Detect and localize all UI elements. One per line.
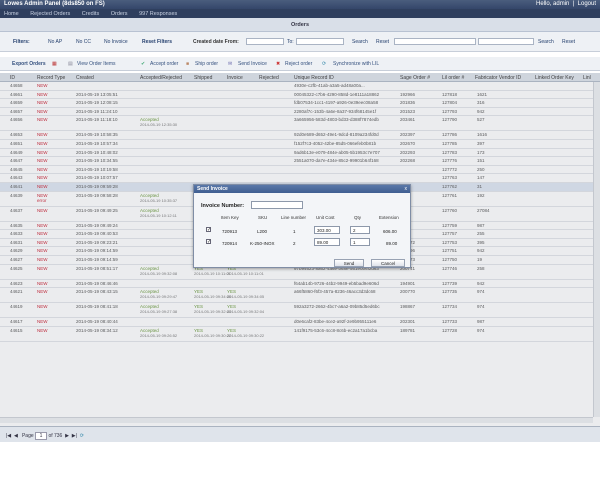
reset-button[interactable]: Reset	[562, 39, 575, 45]
reset-filters-button[interactable]: Reset Filters	[142, 39, 172, 45]
unit-cost-input[interactable]: 89.00	[314, 238, 340, 246]
date-search-button[interactable]: Search	[352, 39, 368, 45]
send-invoice-dialog: Send Invoice x Invoice Number: Item Key …	[193, 184, 411, 268]
page-label: Page	[21, 433, 34, 439]
last-page-icon[interactable]: ▶|	[72, 433, 77, 439]
item-extension: 89.00	[386, 241, 398, 246]
menu-home[interactable]: Home	[4, 11, 19, 17]
item-checkbox[interactable]: ✓	[206, 239, 211, 245]
logout-link[interactable]: Logout	[578, 1, 596, 7]
app-title: Lowes Admin Panel (8ds850 on FS)	[4, 1, 105, 7]
date-reset-button[interactable]: Reset	[376, 39, 389, 45]
col-line-number: Line number	[281, 215, 307, 220]
main-menu: Home Rejected Orders Credits Orders 997 …	[0, 9, 600, 18]
item-line: 1	[293, 229, 296, 234]
search-input[interactable]	[478, 38, 534, 45]
item-line: 2	[293, 241, 296, 246]
export-orders-button[interactable]: Export Orders	[12, 61, 46, 67]
menu-rejected-orders[interactable]: Rejected Orders	[30, 11, 70, 17]
filter-bar: Filters: No AP No CC No Invoice Reset Fi…	[0, 32, 600, 52]
menu-997-responses[interactable]: 997 Responses	[139, 11, 177, 17]
sync-icon: ⟳	[322, 61, 327, 67]
accept-icon: ✔	[141, 61, 146, 67]
filters-label: Filters:	[13, 39, 30, 45]
item-sku: L200	[257, 229, 268, 234]
send-invoice-button[interactable]: Send Invoice	[238, 61, 267, 67]
item-extension: 606.00	[383, 229, 397, 234]
cancel-button[interactable]: Cancel	[371, 259, 405, 267]
prev-page-icon[interactable]: ◀	[14, 433, 18, 439]
first-page-icon[interactable]: |◀	[6, 433, 11, 439]
dialog-title: Send Invoice	[194, 185, 410, 193]
filter-select[interactable]	[394, 38, 476, 45]
user-greeting: Hello, admin	[536, 1, 570, 7]
toolbar: Export Orders ▦ ▤ View Order Items ✔ Acc…	[0, 57, 600, 71]
grid-icon: ▤	[68, 61, 73, 67]
col-extension: Extension	[379, 215, 399, 220]
qty-input[interactable]: 1	[350, 238, 370, 246]
col-qty: Qty	[354, 215, 362, 220]
item-key: 720914	[222, 241, 238, 246]
next-page-icon[interactable]: ▶	[65, 433, 69, 439]
page-input[interactable]: 1	[35, 432, 48, 440]
reject-order-button[interactable]: Reject order	[285, 61, 312, 67]
refresh-icon[interactable]: ⟳	[80, 433, 84, 439]
col-item-key: Item Key	[221, 215, 239, 220]
invoice-number-input[interactable]	[251, 201, 303, 209]
ship-icon: ■	[186, 61, 190, 67]
filter-no-cc[interactable]: No CC	[76, 39, 91, 45]
ship-order-button[interactable]: Ship order	[195, 61, 218, 67]
unit-cost-input[interactable]: 303.00	[314, 226, 340, 234]
to-label: To:	[287, 39, 294, 45]
menu-credits[interactable]: Credits	[82, 11, 99, 17]
item-key: 720913	[222, 229, 238, 234]
view-order-items-button[interactable]: View Order Items	[77, 61, 116, 67]
col-unit-cost: Unit Cost	[316, 215, 335, 220]
user-area: Hello, admin | Logout	[536, 1, 596, 7]
excel-icon[interactable]: ▦	[52, 61, 57, 67]
date-to-input[interactable]	[296, 38, 344, 45]
filter-no-ap[interactable]: No AP	[48, 39, 62, 45]
menu-orders[interactable]: Orders	[111, 11, 128, 17]
invoice-icon: ✉	[228, 61, 233, 67]
filter-no-invoice[interactable]: No Invoice	[104, 39, 128, 45]
search-button[interactable]: Search	[538, 39, 554, 45]
item-checkbox[interactable]: ✓	[206, 227, 211, 233]
reject-icon: ✖	[276, 61, 281, 67]
invoice-number-label: Invoice Number:	[201, 203, 245, 209]
date-from-input[interactable]	[246, 38, 284, 45]
send-button[interactable]: Send	[334, 259, 364, 267]
page-count: of 736	[48, 433, 63, 439]
page-title: Orders	[0, 18, 600, 32]
created-date-label: Created date From:	[193, 39, 239, 45]
sync-lil-button[interactable]: Synchronize with LIL	[333, 61, 379, 67]
col-sku: SKU	[258, 215, 268, 220]
close-icon[interactable]: x	[405, 186, 408, 192]
item-sku: K-250-INOX	[250, 241, 275, 246]
pager: |◀ ◀ Page 1 of 736 ▶ ▶| ⟳	[0, 426, 600, 442]
app-title-bar: Lowes Admin Panel (8ds850 on FS) Hello, …	[0, 0, 600, 9]
accept-order-button[interactable]: Accept order	[150, 61, 178, 67]
qty-input[interactable]: 2	[350, 226, 370, 234]
